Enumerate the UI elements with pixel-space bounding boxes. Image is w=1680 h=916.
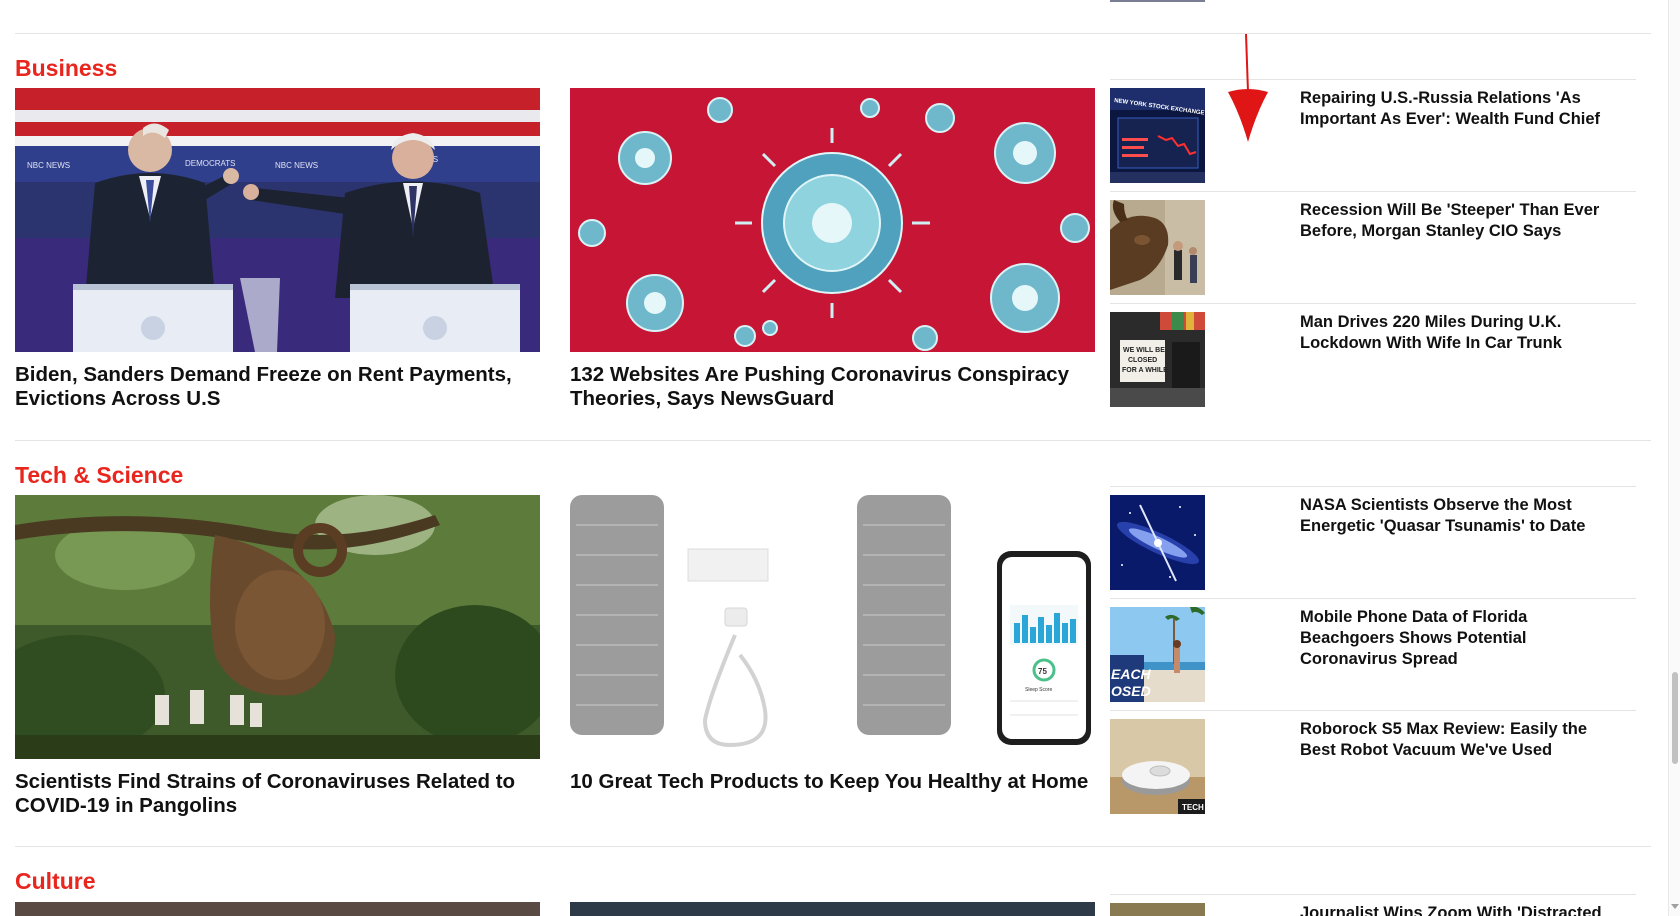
debate-logo-text: NBC NEWS <box>275 161 318 170</box>
feature-card[interactable]: NBC NEWS DEMOCRATS NBC NEWS NBC NEWS <box>15 88 540 411</box>
side-story-title[interactable]: Repairing U.S.-Russia Relations 'As Impo… <box>1300 88 1620 130</box>
closed-sign-text: FOR A WHILE <box>1122 367 1168 374</box>
side-story-title[interactable]: Recession Will Be 'Steeper' Than Ever Be… <box>1300 200 1620 242</box>
feature-image-culture-1[interactable] <box>15 902 540 916</box>
side-story-divider <box>1110 894 1636 895</box>
side-story-title[interactable]: Roborock S5 Max Review: Easily the Best … <box>1300 719 1620 761</box>
side-thumb-culture[interactable] <box>1110 903 1205 916</box>
side-thumb-quasar[interactable] <box>1110 495 1205 590</box>
side-story[interactable]: EACH OSED Mobile Phone Data of Florida B… <box>1110 598 1636 710</box>
side-story-title[interactable]: Mobile Phone Data of Florida Beachgoers … <box>1300 607 1620 670</box>
feature-headline[interactable]: 132 Websites Are Pushing Coronavirus Con… <box>570 363 1095 411</box>
feature-card[interactable]: 75 Sleep Score 10 Great Tech Products to… <box>570 495 1095 794</box>
section-title-business[interactable]: Business <box>15 54 117 82</box>
feature-card[interactable]: Scientists Find Strains of Coronaviruses… <box>15 495 540 818</box>
feature-image-debate[interactable]: NBC NEWS DEMOCRATS NBC NEWS NBC NEWS <box>15 88 540 352</box>
side-story[interactable]: TECH Roborock S5 Max Review: Easily the … <box>1110 710 1636 822</box>
side-story-title[interactable]: Journalist Wins Zoom With 'Distracted <box>1300 903 1620 916</box>
debate-logo-text: NBC NEWS <box>27 161 70 170</box>
feature-headline[interactable]: 10 Great Tech Products to Keep You Healt… <box>570 770 1095 794</box>
section-divider <box>15 33 1651 34</box>
scrollbar-thumb[interactable] <box>1672 672 1678 764</box>
closed-sign-text: WE WILL BE <box>1123 347 1165 354</box>
section-title-tech-science[interactable]: Tech & Science <box>15 461 183 489</box>
side-story[interactable]: Recession Will Be 'Steeper' Than Ever Be… <box>1110 191 1636 303</box>
side-story[interactable]: NEW YORK STOCK EXCHANGE Repairing U.S.-R… <box>1110 79 1636 191</box>
debate-logo-text: DEMOCRATS <box>185 159 236 168</box>
feature-card[interactable]: 132 Websites Are Pushing Coronavirus Con… <box>570 88 1095 411</box>
previous-section-thumb-edge <box>1110 0 1205 2</box>
side-story-divider <box>1110 79 1636 80</box>
closed-sign-text: CLOSED <box>1128 357 1157 364</box>
feature-image-sleep-tracker[interactable]: 75 Sleep Score <box>570 495 1095 759</box>
side-thumb-beach[interactable]: EACH OSED <box>1110 607 1205 702</box>
side-story-divider <box>1110 486 1636 487</box>
app-score-label: Sleep Score <box>1025 687 1052 693</box>
vertical-scrollbar[interactable] <box>1668 0 1680 916</box>
side-story-divider <box>1110 191 1636 192</box>
page: Business NBC NEWS DEMOCRATS NBC NEWS NBC… <box>0 0 1668 916</box>
side-story-divider <box>1110 710 1636 711</box>
side-thumb-stock-exchange[interactable]: NEW YORK STOCK EXCHANGE <box>1110 88 1205 183</box>
feature-image-culture-2[interactable] <box>570 902 1095 916</box>
tech-badge-text: TECH <box>1182 803 1204 812</box>
scroll-down-icon[interactable] <box>1671 904 1679 909</box>
section-divider <box>15 440 1651 441</box>
side-story-title[interactable]: Man Drives 220 Miles During U.K. Lockdow… <box>1300 312 1620 354</box>
feature-headline[interactable]: Biden, Sanders Demand Freeze on Rent Pay… <box>15 363 540 411</box>
app-score-value: 75 <box>1038 667 1047 676</box>
feature-headline[interactable]: Scientists Find Strains of Coronaviruses… <box>15 770 540 818</box>
side-thumb-robot-vacuum[interactable]: TECH <box>1110 719 1205 814</box>
side-story-divider <box>1110 598 1636 599</box>
side-thumb-closed-sign[interactable]: WE WILL BE CLOSED FOR A WHILE <box>1110 312 1205 407</box>
side-story[interactable]: Journalist Wins Zoom With 'Distracted <box>1110 894 1636 916</box>
feature-image-pangolin[interactable] <box>15 495 540 759</box>
beach-sign-text: EACH <box>1111 666 1152 682</box>
side-story-divider <box>1110 303 1636 304</box>
section-divider <box>15 846 1651 847</box>
beach-sign-text: OSED <box>1111 683 1151 699</box>
side-story-title[interactable]: NASA Scientists Observe the Most Energet… <box>1300 495 1620 537</box>
side-story[interactable]: WE WILL BE CLOSED FOR A WHILE Man Drives… <box>1110 303 1636 415</box>
section-title-culture[interactable]: Culture <box>15 867 96 895</box>
feature-image-coronavirus[interactable] <box>570 88 1095 352</box>
side-story[interactable]: NASA Scientists Observe the Most Energet… <box>1110 486 1636 598</box>
side-thumb-bull-statue[interactable] <box>1110 200 1205 295</box>
annotation-arrow-icon <box>1228 34 1268 142</box>
